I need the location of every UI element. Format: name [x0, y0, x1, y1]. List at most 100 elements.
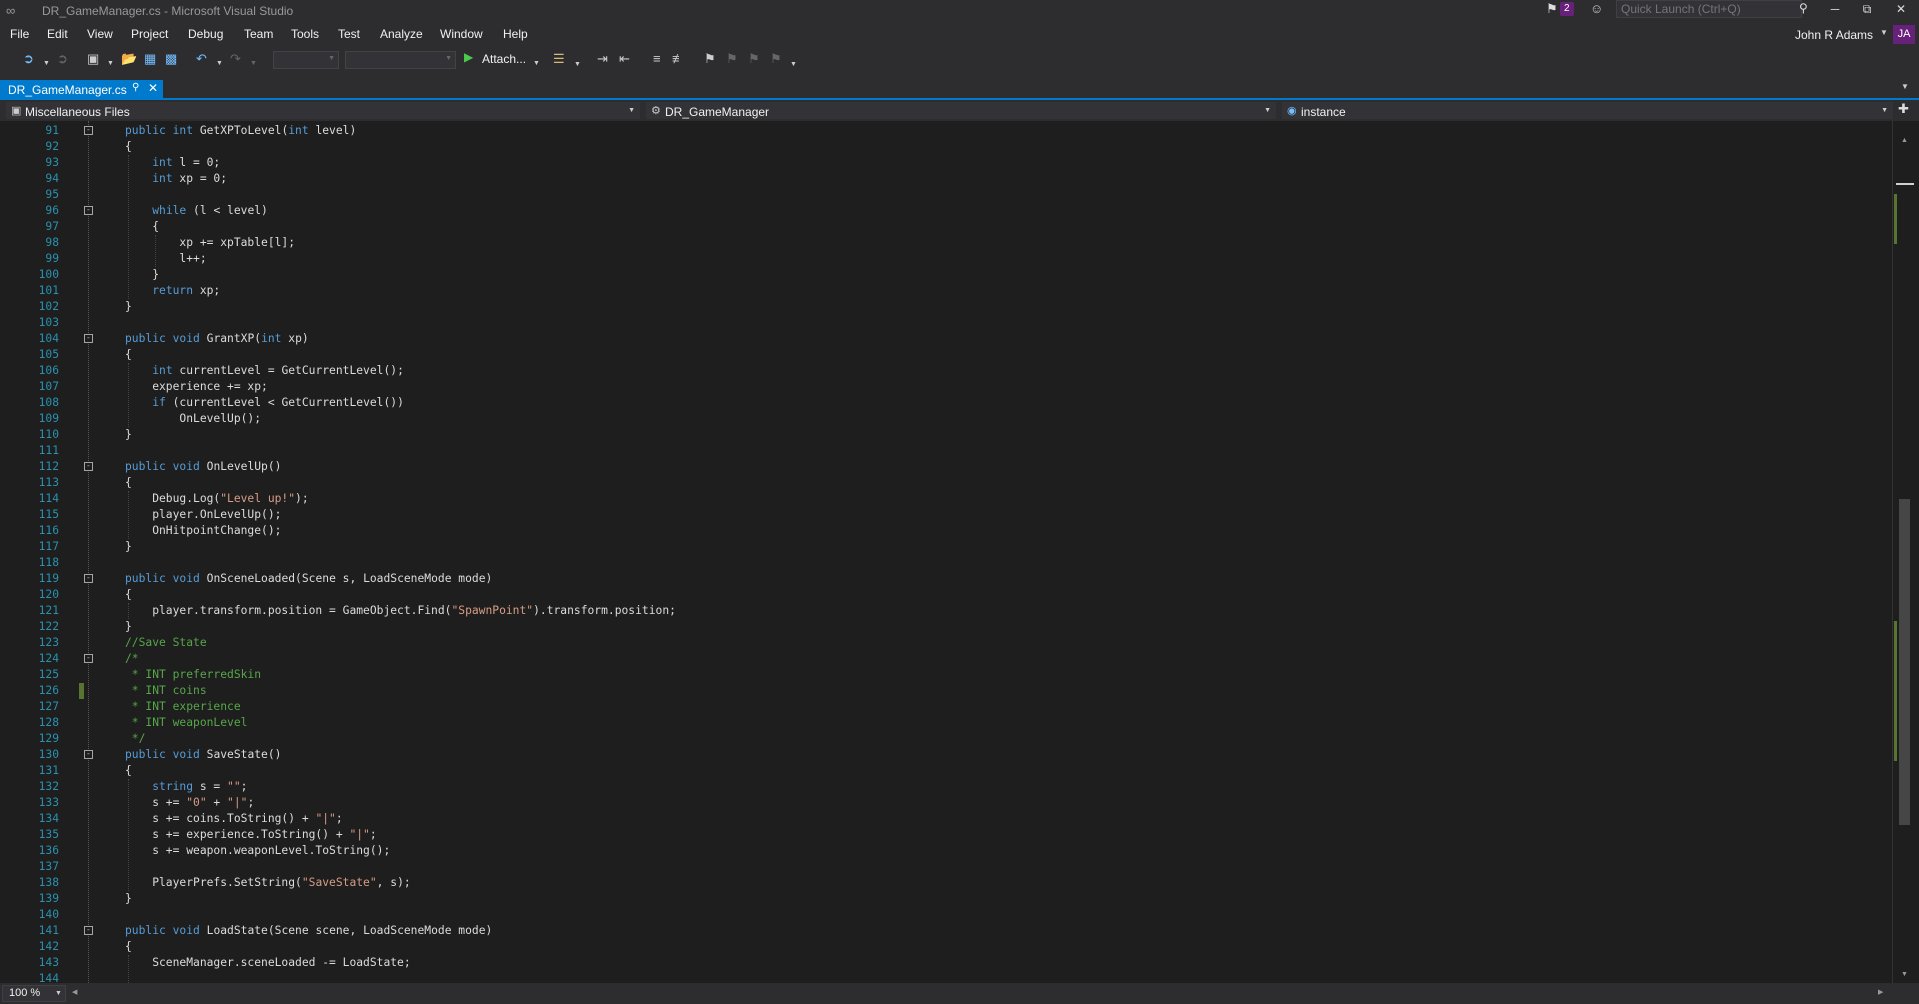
close-window-button[interactable]: ✕	[1886, 0, 1916, 20]
code-line[interactable]: 98 xp += xpTable[l];	[0, 235, 1890, 251]
split-editor-icon[interactable]: ✚	[1898, 101, 1909, 117]
code-line[interactable]: 107 experience += xp;	[0, 379, 1890, 395]
code-line[interactable]: 134 s += coins.ToString() + "|";	[0, 811, 1890, 827]
collapse-icon[interactable]: -	[84, 654, 93, 663]
collapse-icon[interactable]: -	[84, 926, 93, 935]
notification-flag-icon[interactable]: ⚑	[1546, 1, 1558, 17]
avatar[interactable]: JA	[1893, 25, 1915, 44]
member-dropdown[interactable]: ◉ instance ▼	[1281, 101, 1894, 120]
feedback-icon[interactable]: ☺	[1590, 1, 1603, 16]
code-line[interactable]: 125 * INT preferredSkin	[0, 667, 1890, 683]
solution-configuration-dropdown[interactable]: ▼	[273, 51, 339, 69]
code-line[interactable]: 138 PlayerPrefs.SetString("SaveState", s…	[0, 875, 1890, 891]
vertical-scrollbar[interactable]: ▲ ▼	[1892, 121, 1919, 983]
collapse-icon[interactable]: -	[84, 574, 93, 583]
code-line[interactable]: 114 Debug.Log("Level up!");	[0, 491, 1890, 507]
menu-analyze[interactable]: Analyze	[380, 27, 423, 41]
collapse-icon[interactable]: -	[84, 750, 93, 759]
chevron-down-icon[interactable]: ▼	[1901, 82, 1909, 91]
code-line[interactable]: 142 {	[0, 939, 1890, 955]
redo-icon[interactable]: ↷	[230, 50, 241, 68]
code-line[interactable]: 132 string s = "";	[0, 779, 1890, 795]
find-dropdown-icon[interactable]: ▼	[574, 56, 581, 74]
code-line[interactable]: 129 */	[0, 731, 1890, 747]
find-icon[interactable]: ☰	[553, 50, 565, 68]
collapse-icon[interactable]: -	[84, 206, 93, 215]
search-icon[interactable]: ⚲	[1799, 1, 1808, 15]
code-line[interactable]: 117}	[0, 539, 1890, 555]
zoom-dropdown[interactable]: 100 % ▼	[2, 985, 66, 1002]
menu-window[interactable]: Window	[440, 27, 483, 41]
pin-icon[interactable]: ⚲	[132, 82, 139, 93]
user-name[interactable]: John R Adams	[1795, 28, 1873, 42]
bookmark-icon[interactable]: ⚑	[704, 50, 716, 68]
code-line[interactable]: 122}	[0, 619, 1890, 635]
next-bookmark-icon[interactable]: ⚑	[748, 50, 760, 68]
code-line[interactable]: 108 if (currentLevel < GetCurrentLevel()…	[0, 395, 1890, 411]
code-line[interactable]: 115 player.OnLevelUp();	[0, 507, 1890, 523]
code-line[interactable]: 92 {	[0, 139, 1890, 155]
scroll-left-icon[interactable]: ◀	[72, 988, 77, 996]
code-line[interactable]: 106 int currentLevel = GetCurrentLevel()…	[0, 363, 1890, 379]
new-project-dropdown-icon[interactable]: ▼	[107, 55, 114, 73]
scroll-down-icon[interactable]: ▼	[1901, 971, 1908, 978]
redo-dropdown-icon[interactable]: ▼	[250, 55, 257, 73]
back-icon[interactable]: ➲	[23, 50, 34, 68]
menu-team[interactable]: Team	[244, 27, 273, 41]
scroll-right-icon[interactable]: ▶	[1878, 988, 1883, 996]
notification-count-badge[interactable]: 2	[1560, 2, 1574, 16]
scrollbar-thumb[interactable]	[1899, 499, 1910, 825]
code-line[interactable]: 111	[0, 443, 1890, 459]
code-line[interactable]: 103	[0, 315, 1890, 331]
code-line[interactable]: 136 s += weapon.weaponLevel.ToString();	[0, 843, 1890, 859]
tab-dr-gamemanager[interactable]: DR_GameManager.cs ⚲ ✕	[0, 80, 163, 98]
new-project-icon[interactable]: ▣	[87, 50, 99, 68]
forward-icon[interactable]: ➲	[57, 50, 68, 68]
code-line[interactable]: 116 OnHitpointChange();	[0, 523, 1890, 539]
back-dropdown-icon[interactable]: ▼	[43, 55, 50, 73]
code-lines[interactable]: 91 - public int GetXPToLevel(int level) 92 {…	[0, 121, 1890, 983]
code-line[interactable]: 120 {	[0, 587, 1890, 603]
previous-bookmark-icon[interactable]: ⚑	[726, 50, 738, 68]
start-icon[interactable]: ▶	[464, 50, 473, 64]
code-line[interactable]: 113 {	[0, 475, 1890, 491]
attach-dropdown-icon[interactable]: ▼	[533, 55, 540, 73]
code-line[interactable]: 96 - while (l < level)	[0, 203, 1890, 219]
code-line[interactable]: 128 * INT weaponLevel	[0, 715, 1890, 731]
code-line[interactable]: 133 s += "0" + "|";	[0, 795, 1890, 811]
code-line[interactable]: 137	[0, 859, 1890, 875]
code-line[interactable]: 140	[0, 907, 1890, 923]
code-line[interactable]: 123 //Save State	[0, 635, 1890, 651]
code-line[interactable]: 143 SceneManager.sceneLoaded -= LoadStat…	[0, 955, 1890, 971]
code-line[interactable]: 93 int l = 0;	[0, 155, 1890, 171]
code-line[interactable]: 109 OnLevelUp();	[0, 411, 1890, 427]
menu-test[interactable]: Test	[338, 27, 360, 41]
minimize-button[interactable]: ─	[1820, 0, 1850, 20]
code-line[interactable]: 126 * INT coins	[0, 683, 1890, 699]
menu-view[interactable]: View	[87, 27, 113, 41]
menu-tools[interactable]: Tools	[291, 27, 319, 41]
menu-help[interactable]: Help	[503, 27, 528, 41]
code-line[interactable]: 91 - public int GetXPToLevel(int level)	[0, 123, 1890, 139]
restore-button[interactable]: ⧉	[1852, 0, 1882, 20]
quick-launch-input[interactable]	[1616, 0, 1802, 18]
code-line[interactable]: 100 }	[0, 267, 1890, 283]
comment-icon[interactable]: ≡	[653, 50, 661, 68]
code-line[interactable]: 104 - public void GrantXP(int xp)	[0, 331, 1890, 347]
undo-icon[interactable]: ↶	[196, 50, 207, 68]
code-line[interactable]: 101 return xp;	[0, 283, 1890, 299]
indent-icon[interactable]: ⇥	[597, 50, 608, 68]
clear-bookmarks-icon[interactable]: ⚑	[770, 50, 782, 68]
code-line[interactable]: 95	[0, 187, 1890, 203]
open-file-icon[interactable]: 📂	[121, 50, 137, 68]
code-line[interactable]: 119 - public void OnSceneLoaded(Scene s, L…	[0, 571, 1890, 587]
solution-platform-dropdown[interactable]: ▼	[345, 51, 456, 69]
undo-dropdown-icon[interactable]: ▼	[216, 55, 223, 73]
uncomment-icon[interactable]: ≢	[672, 50, 685, 68]
outdent-icon[interactable]: ⇤	[619, 50, 630, 68]
attach-button[interactable]: Attach...	[482, 52, 526, 66]
code-line[interactable]: 127 * INT experience	[0, 699, 1890, 715]
code-line[interactable]: 97 {	[0, 219, 1890, 235]
code-line[interactable]: 144	[0, 971, 1890, 983]
save-all-icon[interactable]: ▩	[165, 50, 177, 68]
